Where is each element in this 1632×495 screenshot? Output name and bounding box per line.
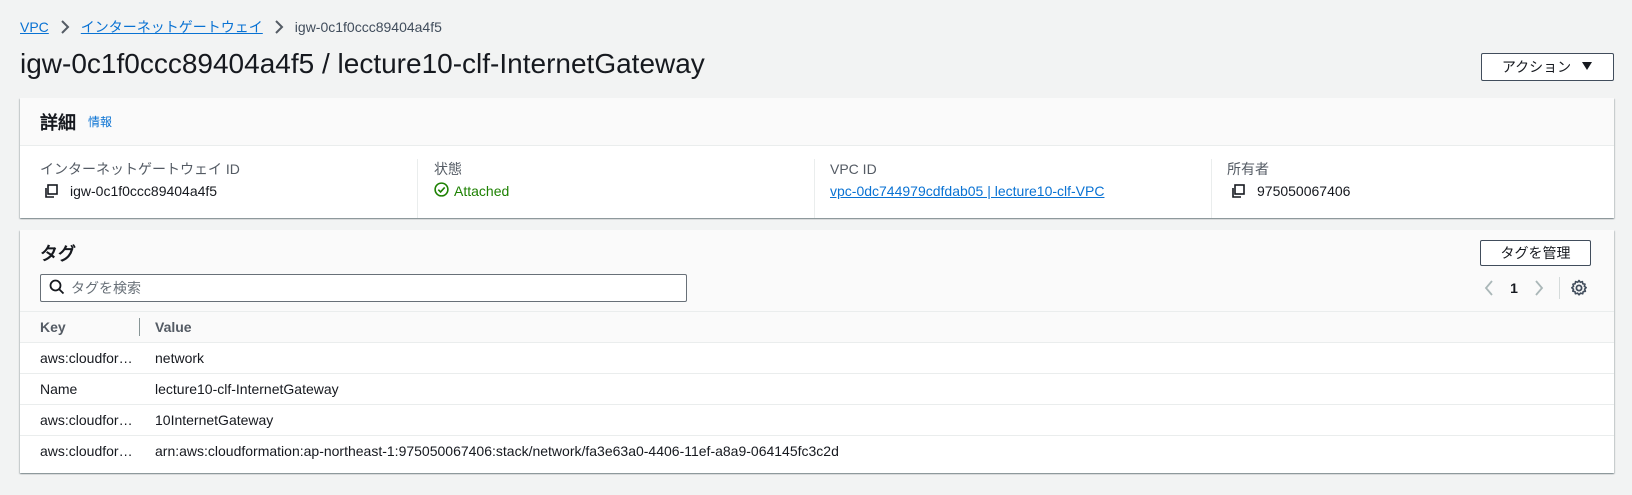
tag-key: aws:cloudformation:logical-id	[40, 349, 140, 366]
tag-search-box	[40, 274, 687, 302]
tag-key-cell: aws:cloudformation:stack-name	[20, 404, 140, 436]
igw-id-value: igw-0c1f0ccc89404a4f5	[70, 183, 218, 199]
detail-label: 状態	[434, 161, 462, 177]
search-icon	[49, 279, 65, 298]
chevron-right-icon[interactable]	[1527, 280, 1551, 296]
check-circle-icon	[434, 182, 449, 200]
detail-state: 状態 Attached	[417, 159, 814, 218]
breadcrumb: VPC インターネットゲートウェイ igw-0c1f0ccc89404a4f5	[20, 17, 442, 37]
tag-value: lecture10-clf-InternetGateway	[140, 373, 1614, 405]
table-row: aws:cloudformation:stack-id arn:aws:clou…	[20, 435, 1614, 466]
detail-label: 所有者	[1227, 161, 1269, 177]
tag-value: network	[140, 342, 1614, 374]
chevron-right-icon	[263, 20, 295, 34]
detail-value-row: igw-0c1f0ccc89404a4f5	[40, 181, 417, 201]
details-header: 詳細 情報	[20, 98, 1614, 146]
detail-label: VPC ID	[830, 161, 877, 177]
table-row: aws:cloudformation:logical-id network	[20, 342, 1614, 374]
details-title: 詳細	[40, 112, 76, 133]
page-number[interactable]: 1	[1501, 280, 1527, 296]
breadcrumb-vpc-link[interactable]: VPC	[20, 19, 49, 35]
actions-button[interactable]: アクション	[1481, 53, 1614, 81]
table-header-row: Key Value	[20, 312, 1614, 343]
detail-igw-id: インターネットゲートウェイ ID igw-0c1f0ccc89404a4f5	[20, 159, 417, 218]
detail-value-row: 975050067406	[1227, 181, 1608, 201]
detail-value-row: Attached	[434, 181, 814, 201]
owner-value: 975050067406	[1257, 183, 1351, 199]
pagination: 1	[1477, 277, 1588, 299]
details-columns: インターネットゲートウェイ ID igw-0c1f0ccc89404a4f5 状…	[20, 146, 1614, 218]
tag-search-input[interactable]	[71, 280, 661, 296]
detail-label: インターネットゲートウェイ ID	[40, 161, 240, 177]
chevron-left-icon[interactable]	[1477, 280, 1501, 296]
copy-icon[interactable]	[1227, 182, 1249, 200]
tag-key: aws:cloudformation:stack-name	[40, 411, 140, 428]
caret-down-icon	[1581, 60, 1593, 74]
column-resizer[interactable]	[139, 318, 140, 336]
tag-key: Name	[40, 380, 78, 397]
details-panel: 詳細 情報 インターネットゲートウェイ ID igw-0c1f0ccc89404…	[20, 98, 1614, 218]
state-value: Attached	[454, 183, 510, 199]
tags-header: タグ タグを管理 1	[20, 230, 1614, 312]
table-row: Name lecture10-clf-InternetGateway	[20, 373, 1614, 405]
tag-value: arn:aws:cloudformation:ap-northeast-1:97…	[155, 442, 839, 459]
tags-panel: タグ タグを管理 1	[20, 230, 1614, 473]
breadcrumb-current: igw-0c1f0ccc89404a4f5	[294, 19, 442, 35]
actions-button-label: アクション	[1501, 59, 1572, 75]
chevron-right-icon	[49, 20, 81, 34]
copy-icon[interactable]	[40, 182, 62, 200]
column-header-label: Value	[155, 318, 192, 335]
detail-value-row: vpc-0dc744979cdfdab05 | lecture10-clf-VP…	[830, 181, 1211, 201]
gear-icon[interactable]	[1570, 279, 1588, 297]
breadcrumb-igw-link[interactable]: インターネットゲートウェイ	[81, 17, 263, 37]
tag-value: 10InternetGateway	[140, 404, 1614, 436]
column-header-key[interactable]: Key	[20, 312, 140, 343]
pager-divider	[1559, 277, 1560, 299]
table-row: aws:cloudformation:stack-name 10Internet…	[20, 404, 1614, 436]
manage-tags-button[interactable]: タグを管理	[1480, 240, 1591, 266]
tag-key-cell: aws:cloudformation:logical-id	[20, 342, 140, 374]
detail-owner: 所有者 975050067406	[1211, 159, 1608, 218]
tags-title: タグ	[40, 244, 76, 264]
info-link[interactable]: 情報	[88, 113, 112, 130]
tag-key: aws:cloudformation:stack-id	[40, 442, 140, 459]
tag-key-cell: Name	[20, 373, 140, 405]
tags-table: Key Value aws:cloudformation:logical-id …	[20, 312, 1614, 466]
detail-vpc-id: VPC ID vpc-0dc744979cdfdab05 | lecture10…	[814, 159, 1211, 218]
column-header-label: Key	[40, 318, 66, 335]
page-title: igw-0c1f0ccc89404a4f5 / lecture10-clf-In…	[20, 48, 705, 79]
column-header-value[interactable]: Value	[140, 312, 1614, 343]
tag-key-cell: aws:cloudformation:stack-id	[20, 435, 140, 466]
status-indicator: Attached	[434, 182, 509, 200]
vpc-id-link[interactable]: vpc-0dc744979cdfdab05 | lecture10-clf-VP…	[830, 183, 1104, 199]
